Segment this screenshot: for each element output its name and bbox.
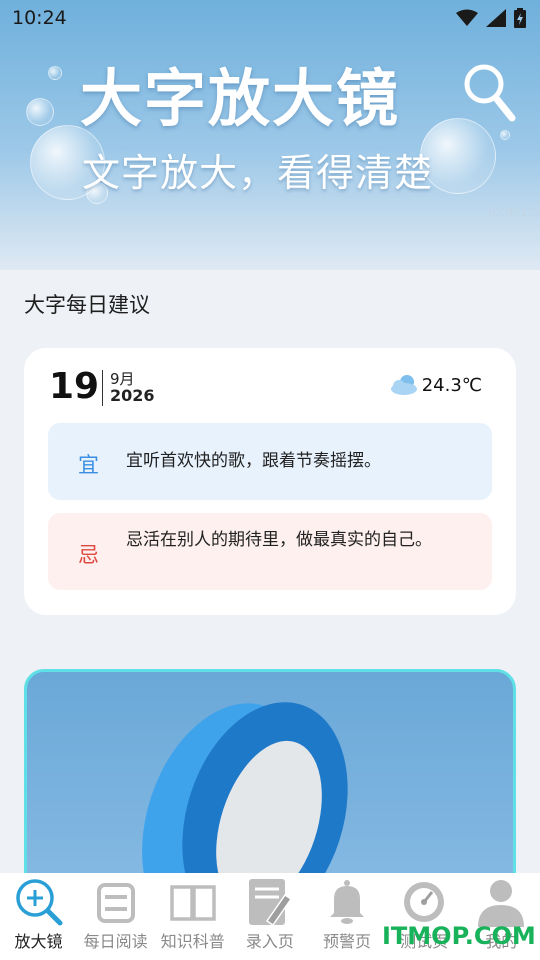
advice-yi-row: 宜 宜听首欢快的歌，跟着节奏摇摆。 <box>48 423 492 500</box>
nav-item-alert[interactable]: 预警页 <box>309 873 386 960</box>
nav-item-magnifier[interactable]: 放大镜 <box>0 873 77 960</box>
nav-label-alert: 预警页 <box>323 932 372 951</box>
ji-label: 忌 <box>78 543 99 567</box>
weather: 24.3℃ <box>390 374 482 396</box>
nav-item-entry[interactable]: 录入页 <box>231 873 308 960</box>
id-label: ID:001f5 <box>488 205 540 219</box>
magnifier-icon <box>15 879 63 926</box>
scroll-icon <box>96 883 135 923</box>
watermark: ITMOP.COM <box>382 922 536 950</box>
hero-banner: 10:24 大字放大镜 文字放大，看得清楚 ID:001f5 <box>0 0 540 270</box>
battery-icon <box>514 8 526 28</box>
section-title: 大字每日建议 <box>24 293 150 317</box>
date-year: 2026 <box>110 386 155 405</box>
nav-label-entry: 录入页 <box>245 932 294 951</box>
status-time: 10:24 <box>12 7 67 29</box>
date-divider <box>102 370 103 406</box>
person-icon <box>478 880 525 927</box>
book-icon <box>170 885 216 921</box>
cloudy-icon <box>390 375 417 395</box>
yi-text: 宜听首欢快的歌，跟着节奏摇摆。 <box>126 451 381 471</box>
notepad-icon <box>248 879 292 927</box>
hero-title: 大字放大镜 <box>80 62 401 135</box>
search-icon <box>464 64 516 122</box>
nav-label-knowledge: 知识科普 <box>160 932 225 951</box>
bubble-decoration <box>500 130 510 140</box>
nav-item-daily-reading[interactable]: 每日阅读 <box>77 873 154 960</box>
date-day: 19 <box>49 366 100 407</box>
status-bar: 10:24 <box>0 0 540 38</box>
gauge-icon <box>404 882 445 922</box>
ji-text: 忌活在别人的期待里，做最真实的自己。 <box>126 530 432 550</box>
nav-label-daily-reading: 每日阅读 <box>83 932 148 951</box>
bubble-decoration <box>26 98 54 126</box>
temperature: 24.3℃ <box>421 374 482 396</box>
wifi-icon <box>456 9 478 26</box>
bell-icon <box>330 880 365 924</box>
nav-item-knowledge[interactable]: 知识科普 <box>154 873 231 960</box>
status-icons <box>456 8 526 28</box>
yi-label: 宜 <box>78 453 99 477</box>
advice-ji-row: 忌 忌活在别人的期待里，做最真实的自己。 <box>48 513 492 590</box>
nav-label-magnifier: 放大镜 <box>14 932 63 951</box>
signal-icon <box>486 9 506 27</box>
hero-subtitle: 文字放大，看得清楚 <box>82 151 434 195</box>
bubble-decoration <box>48 66 62 80</box>
daily-advice-card: 19 9月 2026 24.3℃ 宜 宜听首欢快的歌，跟着节奏摇摆。 忌 忌活在… <box>24 348 516 615</box>
